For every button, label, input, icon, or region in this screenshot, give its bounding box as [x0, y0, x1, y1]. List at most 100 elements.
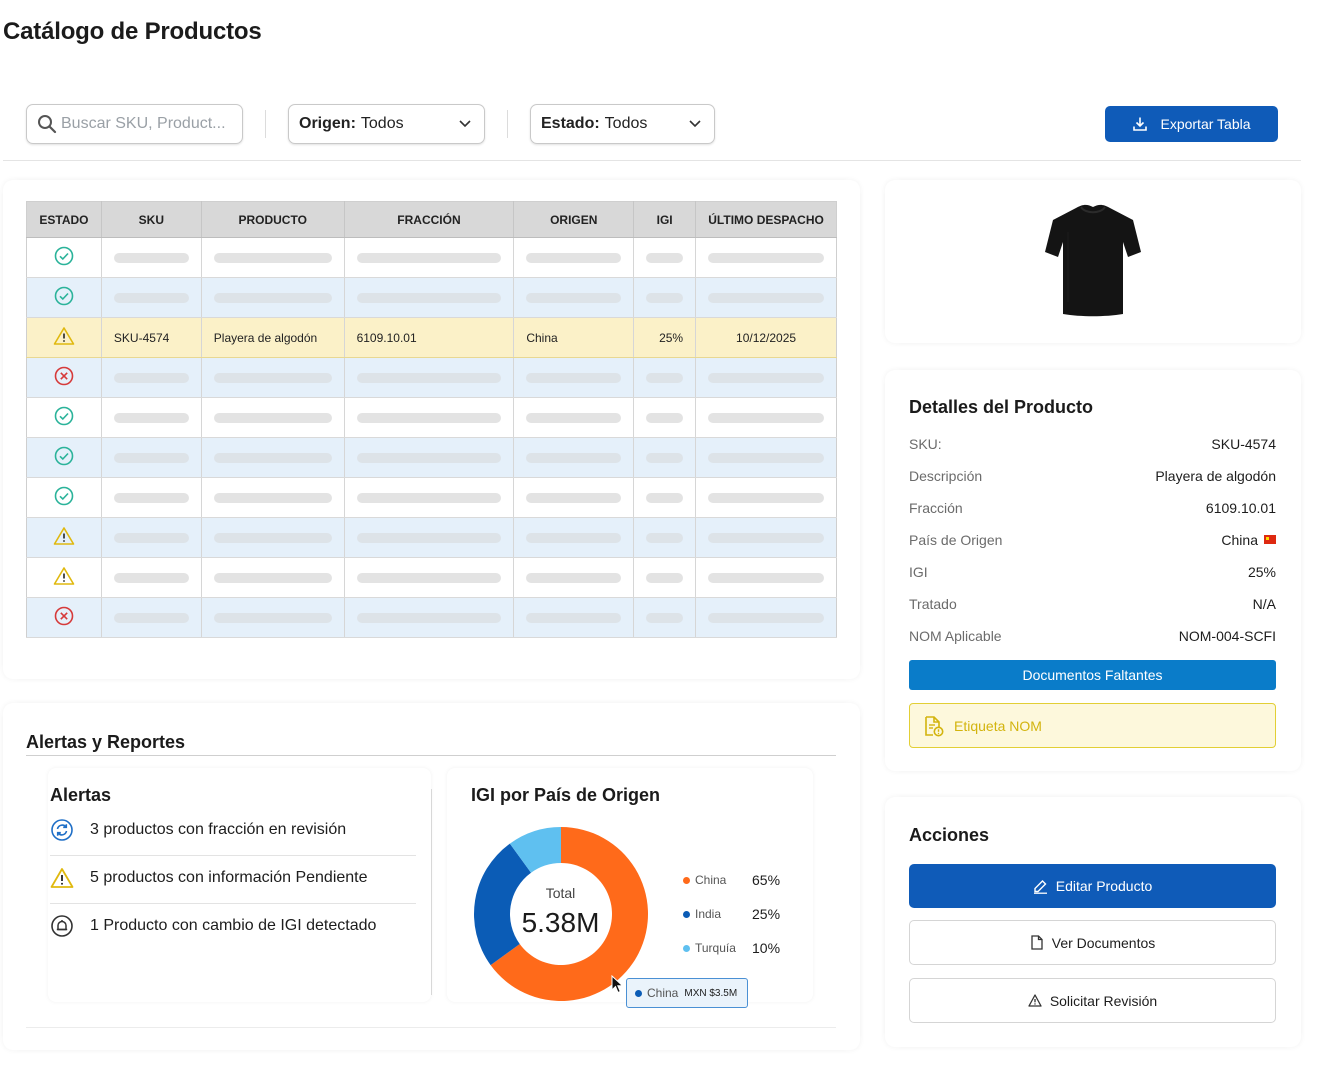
- t-shirt-image: [1045, 204, 1141, 317]
- table-row[interactable]: [26, 277, 837, 318]
- legend-swatch: [683, 944, 690, 952]
- alert-item-fraccion[interactable]: 3 productos con fracción en revisión: [50, 806, 416, 854]
- legend-item-turquia[interactable]: Turquía 10%: [683, 939, 780, 957]
- cell-placeholder: [344, 357, 515, 398]
- search-input[interactable]: [61, 115, 236, 133]
- col-header-igi[interactable]: IGI: [633, 201, 697, 238]
- legend-name: China: [695, 873, 727, 887]
- col-header-fraccion[interactable]: FRACCIÓN: [344, 201, 515, 238]
- detail-value-wrap: China: [1221, 532, 1276, 552]
- skeleton-bar: [356, 412, 502, 423]
- detail-label: Descripción: [909, 468, 983, 484]
- donut-slice-india[interactable]: [474, 843, 532, 966]
- cell-producto: Playera de algodón: [201, 317, 345, 358]
- origin-filter-label: Origen:: [299, 115, 356, 132]
- skeleton-bar: [356, 492, 502, 503]
- col-header-estado[interactable]: ESTADO: [26, 201, 102, 238]
- missing-documents-button[interactable]: Documentos Faltantes: [909, 660, 1276, 690]
- table-row[interactable]: [26, 437, 837, 478]
- skeleton-bar: [526, 412, 622, 423]
- check-circle-icon: [54, 246, 74, 266]
- origin-filter[interactable]: Origen: Todos: [288, 104, 485, 144]
- skeleton-bar: [213, 372, 332, 383]
- skeleton-bar: [356, 252, 502, 263]
- legend-item-china[interactable]: China 65%: [683, 871, 780, 889]
- details-title: Detalles del Producto: [909, 397, 1094, 417]
- search-icon: [38, 115, 57, 134]
- table-row[interactable]: [26, 397, 837, 438]
- export-table-button[interactable]: Exportar Tabla: [1105, 106, 1278, 142]
- col-header-sku[interactable]: SKU: [101, 201, 202, 238]
- cell-placeholder: [695, 357, 837, 398]
- col-header-producto[interactable]: PRODUCTO: [201, 201, 345, 238]
- search-box[interactable]: [26, 104, 243, 144]
- skeleton-bar: [526, 252, 622, 263]
- cell-placeholder: [344, 237, 515, 278]
- cell-placeholder: [201, 397, 345, 438]
- table-row-selected[interactable]: SKU-4574 Playera de algodón 6109.10.01 Chin…: [26, 317, 837, 358]
- skeleton-bar: [708, 372, 824, 383]
- edit-product-label: Editar Producto: [1055, 878, 1153, 894]
- col-header-ultimo-despacho[interactable]: ÚLTIMO DESPACHO: [695, 201, 837, 238]
- divider: [507, 110, 508, 138]
- status-filter[interactable]: Estado: Todos: [530, 104, 715, 144]
- cell-placeholder: [695, 277, 837, 318]
- alert-text: 3 productos con fracción en revisión: [90, 821, 347, 838]
- cell-placeholder: [513, 517, 635, 558]
- skeleton-bar: [526, 372, 622, 383]
- cell-ultimo_despacho: 10/12/2025: [695, 317, 837, 358]
- detail-value: 6109.10.01: [1205, 500, 1276, 516]
- status-cell: [26, 517, 102, 558]
- skeleton-bar: [526, 612, 622, 623]
- status-cell: [26, 557, 102, 598]
- col-header-origen[interactable]: ORIGEN: [513, 201, 635, 238]
- chart-title: IGI por País de Origen: [471, 785, 661, 805]
- table-row[interactable]: [26, 237, 837, 278]
- legend-item-india[interactable]: India 25%: [683, 905, 780, 923]
- table-row[interactable]: [26, 517, 837, 558]
- cell-placeholder: [101, 237, 202, 278]
- page-title: Catálogo de Productos: [3, 18, 262, 45]
- request-review-button[interactable]: Solicitar Revisión: [909, 978, 1276, 1023]
- status-cell: [26, 477, 102, 518]
- check-circle-icon: [54, 446, 74, 466]
- skeleton-bar: [113, 572, 189, 583]
- cell-placeholder: [633, 517, 697, 558]
- check-circle-icon: [54, 286, 74, 306]
- table-row[interactable]: [26, 357, 837, 398]
- skeleton-bar: [526, 292, 622, 303]
- check-circle-icon: [54, 406, 74, 426]
- skeleton-bar: [708, 572, 824, 583]
- skeleton-bar: [646, 532, 684, 543]
- skeleton-bar: [646, 412, 684, 423]
- cell-placeholder: [695, 437, 837, 478]
- edit-product-button[interactable]: Editar Producto: [909, 864, 1276, 908]
- skeleton-bar: [356, 372, 502, 383]
- cell-placeholder: [101, 357, 202, 398]
- alert-text: 5 productos con información Pendiente: [90, 869, 368, 886]
- view-documents-button[interactable]: Ver Documentos: [909, 920, 1276, 965]
- actions-title: Acciones: [909, 825, 990, 845]
- status-filter-value: Todos: [604, 115, 648, 132]
- table-row[interactable]: [26, 477, 837, 518]
- detail-label: IGI: [909, 564, 928, 580]
- skeleton-bar: [213, 252, 332, 263]
- table-row[interactable]: [26, 557, 837, 598]
- warning-icon: [53, 527, 75, 545]
- nom-label-text: Etiqueta NOM: [954, 717, 1042, 734]
- cell-placeholder: [201, 517, 345, 558]
- alert-item-pendiente[interactable]: 5 productos con información Pendiente: [50, 854, 416, 902]
- cell-placeholder: [201, 477, 345, 518]
- document-icon: [1031, 935, 1043, 950]
- skeleton-bar: [356, 452, 502, 463]
- alert-item-igi[interactable]: 1 Producto con cambio de IGI detectado: [50, 902, 416, 950]
- cell-placeholder: [695, 557, 837, 598]
- status-cell: [26, 277, 102, 318]
- cell-placeholder: [201, 357, 345, 398]
- detail-row-nom: NOM Aplicable NOM-004-SCFI: [909, 628, 1276, 648]
- cell-placeholder: [633, 557, 697, 598]
- table-row[interactable]: [26, 597, 837, 638]
- nom-label-item[interactable]: Etiqueta NOM: [909, 703, 1276, 748]
- x-circle-icon: [54, 606, 74, 626]
- detail-row-fraccion: Fracción 6109.10.01: [909, 500, 1276, 520]
